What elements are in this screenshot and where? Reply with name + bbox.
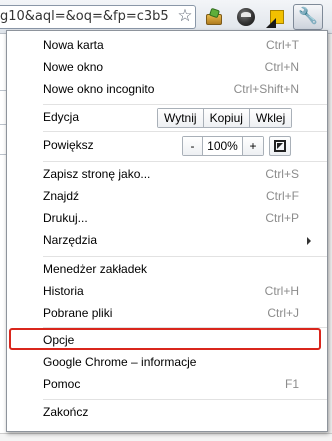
copy-button[interactable]: Kopiuj xyxy=(203,109,250,127)
menu-item-save-as[interactable]: Zapisz stronę jako... Ctrl+S xyxy=(7,163,327,185)
menu-item-label: Edycja xyxy=(43,110,80,124)
menu-separator xyxy=(43,161,327,162)
menu-item-shortcut: Ctrl+Shift+N xyxy=(233,82,299,96)
menu-item-find[interactable]: Znajdź Ctrl+F xyxy=(7,185,327,207)
menu-item-label: Znajdź xyxy=(43,189,80,203)
menu-separator xyxy=(43,104,327,105)
page-bottom-strip xyxy=(0,433,332,441)
menu-item-label: Narzędzia xyxy=(43,233,98,247)
menu-item-shortcut: Ctrl+F xyxy=(266,189,299,203)
menu-item-shortcut: F1 xyxy=(284,377,299,391)
address-bar[interactable]: g10&aql=&oq=&fp=c3b5 xyxy=(0,5,196,29)
page-scrollbar-edge xyxy=(328,34,332,434)
cut-button[interactable]: Wytnij xyxy=(158,109,204,127)
menu-separator xyxy=(43,399,327,400)
menu-item-shortcut: Ctrl+T xyxy=(266,38,299,52)
menu-item-new-incognito[interactable]: Nowe okno incognito Ctrl+Shift+N xyxy=(7,78,327,100)
menu-item-label: Menedżer zakładek xyxy=(43,262,148,276)
menu-item-label: Nowe okno incognito xyxy=(43,82,155,96)
menu-item-label: Nowa karta xyxy=(43,38,104,52)
menu-item-exit[interactable]: Zakończ xyxy=(7,401,327,423)
extension-arrow-icon[interactable] xyxy=(266,8,286,28)
zoom-control-group: - 100% + xyxy=(182,136,264,156)
menu-item-edit: Edycja Wytnij Kopiuj Wklej xyxy=(7,106,327,128)
menu-separator xyxy=(43,256,327,257)
menu-item-zoom: Powiększ - 100% + xyxy=(7,134,327,156)
menu-item-label: Opcje xyxy=(43,333,75,347)
menu-item-label: Zapisz stronę jako... xyxy=(43,167,151,181)
fullscreen-button[interactable] xyxy=(269,136,291,156)
chevron-right-icon xyxy=(307,237,311,245)
extension-globe-icon[interactable] xyxy=(236,8,256,28)
edit-button-group: Wytnij Kopiuj Wklej xyxy=(157,108,293,128)
menu-item-new-tab[interactable]: Nowa karta Ctrl+T xyxy=(7,34,327,56)
browser-toolbar: g10&aql=&oq=&fp=c3b5 ☆ 🔧 xyxy=(0,0,332,34)
wrench-menu-button[interactable]: 🔧 xyxy=(293,4,323,30)
fullscreen-icon xyxy=(274,140,286,152)
menu-item-shortcut: Ctrl+P xyxy=(265,211,299,225)
menu-item-label: Historia xyxy=(43,284,84,298)
menu-item-label: Pobrane pliki xyxy=(43,306,113,320)
menu-item-options[interactable]: Opcje xyxy=(7,329,327,351)
wrench-icon: 🔧 xyxy=(298,8,318,25)
menu-item-shortcut: Ctrl+J xyxy=(267,306,299,320)
menu-item-shortcut: Ctrl+S xyxy=(265,167,299,181)
chrome-wrench-menu: Nowa karta Ctrl+T Nowe okno Ctrl+N Nowe … xyxy=(6,30,328,432)
menu-item-print[interactable]: Drukuj... Ctrl+P xyxy=(7,207,327,229)
menu-item-label: Powiększ xyxy=(43,138,94,152)
menu-item-history[interactable]: Historia Ctrl+H xyxy=(7,280,327,302)
menu-item-shortcut: Ctrl+N xyxy=(264,60,299,74)
extension-box-icon[interactable] xyxy=(204,7,224,28)
menu-item-downloads[interactable]: Pobrane pliki Ctrl+J xyxy=(7,302,327,324)
menu-item-bookmark-manager[interactable]: Menedżer zakładek xyxy=(7,258,327,280)
menu-item-new-window[interactable]: Nowe okno Ctrl+N xyxy=(7,56,327,78)
zoom-out-button[interactable]: - xyxy=(183,137,203,155)
paste-button[interactable]: Wklej xyxy=(249,109,292,127)
zoom-level: 100% xyxy=(203,137,243,155)
menu-item-label: Drukuj... xyxy=(43,211,88,225)
menu-item-label: Zakończ xyxy=(43,405,89,419)
menu-item-label: Google Chrome – informacje xyxy=(43,355,197,369)
zoom-in-button[interactable]: + xyxy=(243,137,263,155)
menu-item-shortcut: Ctrl+H xyxy=(264,284,299,298)
menu-separator xyxy=(43,131,327,132)
menu-item-about[interactable]: Google Chrome – informacje xyxy=(7,351,327,373)
star-icon[interactable]: ☆ xyxy=(175,7,195,27)
menu-item-label: Nowe okno xyxy=(43,60,104,74)
menu-item-label: Pomoc xyxy=(43,377,81,391)
menu-item-help[interactable]: Pomoc F1 xyxy=(7,373,327,395)
menu-item-tools[interactable]: Narzędzia xyxy=(7,229,327,251)
